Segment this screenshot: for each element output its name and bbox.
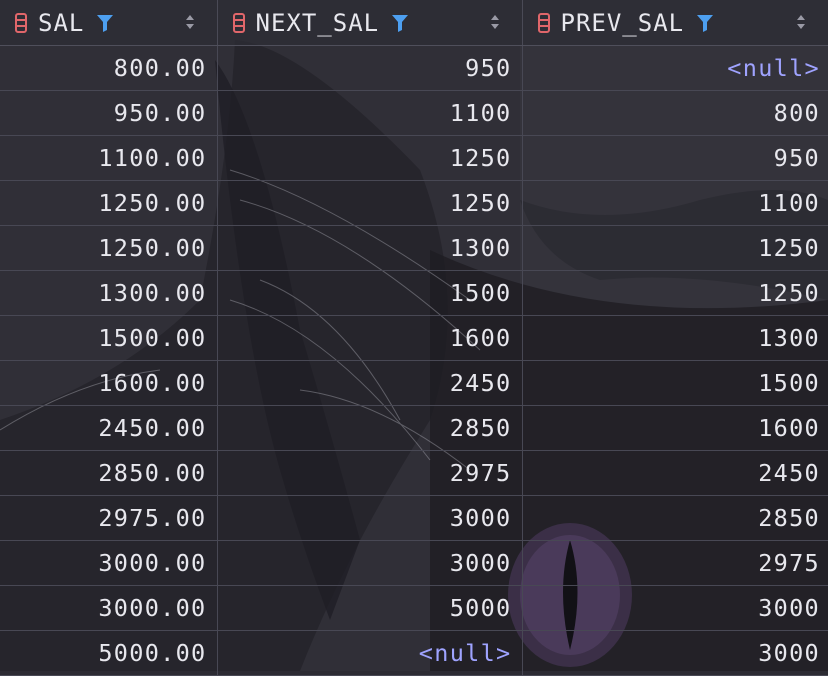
cell-next-sal[interactable]: 2975: [217, 450, 523, 496]
cell-sal[interactable]: 2850.00: [0, 450, 218, 496]
cell-next-sal[interactable]: 1250: [217, 180, 523, 226]
cell-sal[interactable]: 1300.00: [0, 270, 218, 316]
table-row[interactable]: 1500.00 1600 1300: [0, 315, 828, 361]
cell-next-sal[interactable]: 1500: [217, 270, 523, 316]
table-row[interactable]: 1600.00 2450 1500: [0, 360, 828, 406]
cell-next-sal[interactable]: 1100: [217, 90, 523, 136]
cell-next-sal[interactable]: 950: [217, 45, 523, 91]
cell-sal[interactable]: 5000.00: [0, 630, 218, 676]
sort-arrows-icon[interactable]: [185, 14, 195, 30]
cell-prev-sal[interactable]: 2450: [522, 450, 828, 496]
cell-sal[interactable]: 1600.00: [0, 360, 218, 406]
result-grid: SAL NEXT_SAL PREV_SAL 800.00 950 <null> …: [0, 0, 828, 676]
cell-next-sal[interactable]: 2850: [217, 405, 523, 451]
column-name-label: SAL: [38, 8, 85, 37]
table-row[interactable]: 2975.00 3000 2850: [0, 495, 828, 541]
cell-prev-sal[interactable]: <null>: [522, 45, 828, 91]
cell-next-sal[interactable]: 2450: [217, 360, 523, 406]
column-icon: [537, 12, 550, 33]
table-row[interactable]: 1100.00 1250 950: [0, 135, 828, 181]
cell-next-sal[interactable]: 1250: [217, 135, 523, 181]
cell-prev-sal[interactable]: 1500: [522, 360, 828, 406]
cell-next-sal[interactable]: 3000: [217, 495, 523, 541]
column-header-prev-sal[interactable]: PREV_SAL: [522, 0, 828, 46]
column-header-next-sal[interactable]: NEXT_SAL: [217, 0, 523, 46]
column-header-sal[interactable]: SAL: [0, 0, 218, 46]
table-row[interactable]: 1250.00 1300 1250: [0, 225, 828, 271]
cell-prev-sal[interactable]: 3000: [522, 630, 828, 676]
cell-next-sal[interactable]: 1300: [217, 225, 523, 271]
cell-prev-sal[interactable]: 1600: [522, 405, 828, 451]
cell-sal[interactable]: 1100.00: [0, 135, 218, 181]
cell-next-sal[interactable]: 5000: [217, 585, 523, 631]
cell-sal[interactable]: 3000.00: [0, 585, 218, 631]
cell-prev-sal[interactable]: 1250: [522, 225, 828, 271]
table-row[interactable]: 800.00 950 <null>: [0, 45, 828, 91]
table-row[interactable]: 950.00 1100 800: [0, 90, 828, 136]
cell-prev-sal[interactable]: 3000: [522, 585, 828, 631]
cell-next-sal[interactable]: 1600: [217, 315, 523, 361]
table-row[interactable]: 2450.00 2850 1600: [0, 405, 828, 451]
cell-next-sal[interactable]: <null>: [217, 630, 523, 676]
cell-sal[interactable]: 950.00: [0, 90, 218, 136]
result-table: SAL NEXT_SAL PREV_SAL 800.00 950 <null> …: [0, 0, 828, 676]
cell-prev-sal[interactable]: 2975: [522, 540, 828, 586]
cell-sal[interactable]: 2975.00: [0, 495, 218, 541]
cell-prev-sal[interactable]: 1300: [522, 315, 828, 361]
column-name-label: PREV_SAL: [560, 8, 685, 37]
cell-sal[interactable]: 1250.00: [0, 225, 218, 271]
table-row[interactable]: 5000.00 <null> 3000: [0, 630, 828, 676]
cell-prev-sal[interactable]: 2850: [522, 495, 828, 541]
table-row[interactable]: 3000.00 5000 3000: [0, 585, 828, 631]
cell-prev-sal[interactable]: 1100: [522, 180, 828, 226]
column-icon: [232, 12, 245, 33]
sort-arrows-icon[interactable]: [490, 14, 500, 30]
table-row[interactable]: 1300.00 1500 1250: [0, 270, 828, 316]
column-icon: [15, 12, 27, 33]
cell-sal[interactable]: 800.00: [0, 45, 218, 91]
cell-sal[interactable]: 1250.00: [0, 180, 218, 226]
cell-prev-sal[interactable]: 1250: [522, 270, 828, 316]
filter-icon[interactable]: [96, 14, 114, 32]
cell-prev-sal[interactable]: 800: [522, 90, 828, 136]
cell-sal[interactable]: 3000.00: [0, 540, 218, 586]
filter-icon[interactable]: [696, 14, 714, 32]
cell-sal[interactable]: 2450.00: [0, 405, 218, 451]
table-row[interactable]: 3000.00 3000 2975: [0, 540, 828, 586]
cell-prev-sal[interactable]: 950: [522, 135, 828, 181]
sort-arrows-icon[interactable]: [796, 14, 806, 30]
table-row[interactable]: 2850.00 2975 2450: [0, 450, 828, 496]
header-row: SAL NEXT_SAL PREV_SAL: [0, 0, 828, 46]
cell-sal[interactable]: 1500.00: [0, 315, 218, 361]
table-row[interactable]: 1250.00 1250 1100: [0, 180, 828, 226]
filter-icon[interactable]: [391, 14, 409, 32]
cell-next-sal[interactable]: 3000: [217, 540, 523, 586]
column-name-label: NEXT_SAL: [255, 8, 380, 37]
